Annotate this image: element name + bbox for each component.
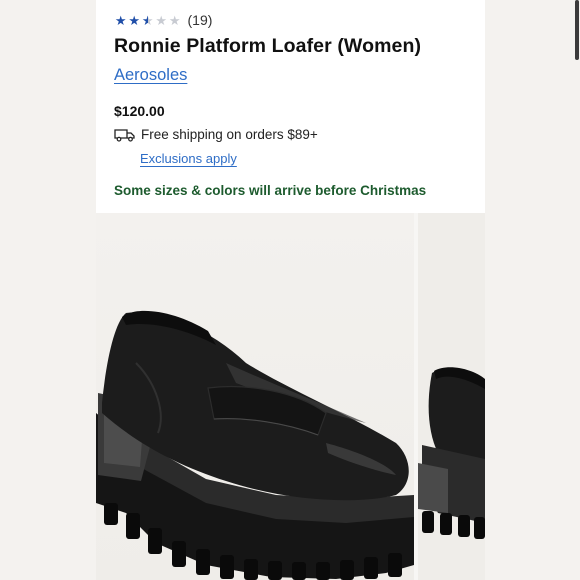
scrollbar[interactable]: [575, 0, 579, 60]
product-title: Ronnie Platform Loafer (Women): [114, 35, 422, 57]
truck-icon: [114, 128, 136, 142]
product-image-gallery[interactable]: [96, 213, 485, 580]
holiday-notice: Some sizes & colors will arrive before C…: [114, 183, 427, 198]
product-image-next[interactable]: [418, 213, 485, 580]
loafer-image-partial: [418, 367, 485, 539]
star-icon: ★: [168, 12, 181, 28]
product-image-main[interactable]: [96, 213, 414, 580]
shipping-info: Free shipping on orders $89+: [114, 127, 318, 142]
review-count[interactable]: (19): [188, 12, 213, 28]
product-info-card: ★ ★ ★ ★ ★ (19) Ronnie Platform Loafer (W…: [96, 0, 579, 213]
star-icon: ★: [128, 12, 141, 28]
rating[interactable]: ★ ★ ★ ★ ★ (19): [114, 12, 212, 28]
product-price: $120.00: [114, 103, 165, 119]
brand-link[interactable]: Aerosoles: [114, 66, 187, 85]
star-icon: ★: [155, 12, 168, 28]
star-icon: ★: [114, 12, 127, 28]
star-icon: ★: [141, 12, 154, 28]
loafer-image: [96, 310, 414, 580]
exclusions-link[interactable]: Exclusions apply: [140, 151, 237, 166]
rating-stars: ★ ★ ★ ★ ★: [114, 14, 182, 27]
shipping-text: Free shipping on orders $89+: [141, 127, 318, 142]
